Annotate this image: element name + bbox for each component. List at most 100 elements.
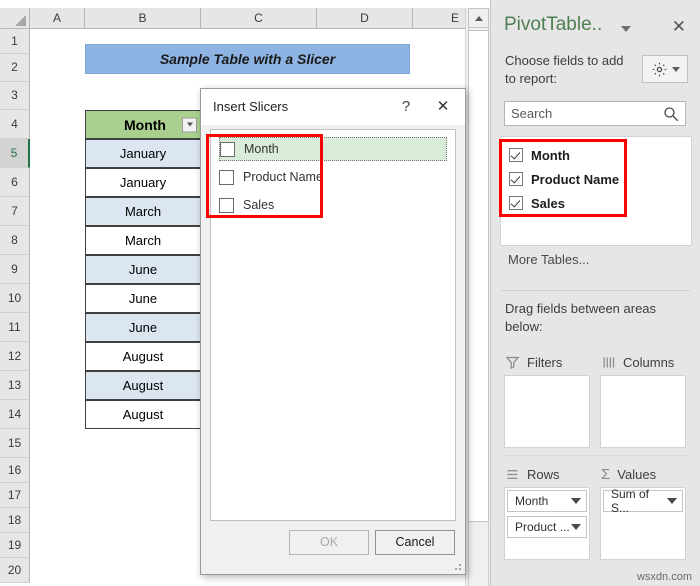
row-header-8[interactable]: 8	[0, 226, 30, 255]
row-header-20[interactable]: 20	[0, 558, 30, 583]
row-header-18[interactable]: 18	[0, 508, 30, 533]
row-header-19[interactable]: 19	[0, 533, 30, 558]
area-label-columns: Columns	[623, 355, 675, 370]
area-label-rows: Rows	[527, 467, 560, 482]
scroll-up-arrow-icon[interactable]	[468, 8, 489, 28]
scrollbar-thumb[interactable]	[468, 30, 489, 522]
slicer-field-list[interactable]: Month Product Name Sales	[210, 129, 456, 521]
gear-caret-icon	[671, 66, 680, 72]
checkbox-checked-icon[interactable]	[509, 196, 523, 210]
checkbox-icon[interactable]	[219, 197, 234, 213]
pane-field-row[interactable]: Product Name	[509, 169, 619, 189]
filters-dropzone[interactable]	[504, 375, 590, 448]
pane-field-row[interactable]: Month	[509, 145, 570, 165]
filter-dropdown-icon[interactable]	[182, 117, 197, 132]
search-input[interactable]: Search	[504, 101, 686, 126]
row-header-16[interactable]: 16	[0, 458, 30, 483]
table-cell-month[interactable]: June	[85, 313, 201, 342]
row-header-6[interactable]: 6	[0, 168, 30, 197]
sigma-icon: Σ	[601, 466, 611, 483]
rows-pill-month-label: Month	[515, 494, 549, 508]
slicer-field-label: Month	[244, 142, 279, 156]
pane-close-icon[interactable]: ✕	[672, 17, 686, 37]
dialog-buttons: OK Cancel	[201, 522, 465, 574]
insert-slicers-dialog: Insert Slicers ? ✕ Month Product Name Sale…	[200, 88, 466, 575]
close-icon[interactable]: ✕	[431, 96, 455, 118]
column-header-month[interactable]: Month	[85, 110, 201, 139]
table-cell-month[interactable]: June	[85, 255, 201, 284]
table-cell-month[interactable]: August	[85, 371, 201, 400]
slicer-field-label: Sales	[243, 198, 275, 212]
rows-pill-month[interactable]: Month	[507, 490, 587, 512]
filter-funnel-icon	[505, 356, 520, 370]
row-header-9[interactable]: 9	[0, 255, 30, 284]
cancel-button[interactable]: Cancel	[375, 530, 455, 555]
slicer-field-row[interactable]: Sales	[219, 193, 447, 217]
row-header-4[interactable]: 4	[0, 110, 30, 139]
slicer-field-row[interactable]: Product Name	[219, 165, 447, 189]
watermark: wsxdn.com	[636, 571, 692, 583]
rows-pill-product[interactable]: Product ...	[507, 516, 587, 538]
row-header-10[interactable]: 10	[0, 284, 30, 313]
row-header-5[interactable]: 5	[0, 139, 30, 168]
pane-divider	[501, 290, 690, 291]
areas-divider	[501, 455, 690, 456]
table-cell-month[interactable]: January	[85, 168, 201, 197]
column-header-C[interactable]: C	[201, 8, 317, 29]
row-header-13[interactable]: 13	[0, 371, 30, 400]
checkbox-icon[interactable]	[220, 141, 235, 157]
vertical-scrollbar[interactable]	[465, 8, 490, 586]
resize-grip-icon[interactable]	[452, 561, 462, 571]
area-header-values: Σ Values	[601, 467, 656, 482]
row-header-14[interactable]: 14	[0, 400, 30, 429]
search-icon	[662, 105, 680, 128]
row-header-15[interactable]: 15	[0, 429, 30, 458]
checkbox-icon[interactable]	[219, 169, 234, 185]
area-label-values: Values	[617, 467, 657, 482]
table-title-banner: Sample Table with a Slicer	[85, 44, 410, 74]
row-header-17[interactable]: 17	[0, 483, 30, 508]
ok-button[interactable]: OK	[289, 530, 369, 555]
row-header-11[interactable]: 11	[0, 313, 30, 342]
row-header-2[interactable]: 2	[0, 54, 30, 82]
row-header-1[interactable]: 1	[0, 29, 30, 54]
dialog-title-bar: Insert Slicers ? ✕	[201, 89, 465, 125]
chevron-down-icon[interactable]	[621, 26, 631, 32]
checkbox-checked-icon[interactable]	[509, 148, 523, 162]
column-header-D[interactable]: D	[317, 8, 413, 29]
slicer-field-row[interactable]: Month	[219, 137, 447, 161]
rows-pill-product-label: Product ...	[515, 520, 570, 534]
column-header-A[interactable]: A	[30, 8, 85, 29]
pane-field-row[interactable]: Sales	[509, 193, 565, 213]
area-header-columns: Columns	[601, 355, 674, 370]
select-all-corner[interactable]	[0, 8, 30, 29]
table-cell-month[interactable]: August	[85, 400, 201, 429]
row-header-7[interactable]: 7	[0, 197, 30, 226]
area-label-filters: Filters	[527, 355, 563, 370]
row-header-12[interactable]: 12	[0, 342, 30, 371]
columns-icon	[603, 357, 615, 368]
table-cell-month[interactable]: June	[85, 284, 201, 313]
gear-icon[interactable]	[642, 55, 688, 83]
pane-field-list[interactable]: Month Product Name Sales	[500, 136, 692, 246]
help-icon[interactable]: ?	[395, 96, 417, 118]
drag-fields-label: Drag fields between areas below:	[505, 301, 657, 334]
area-header-rows: Rows	[505, 467, 560, 482]
rows-icon	[507, 470, 518, 479]
values-pill-label: Sum of S...	[611, 487, 650, 515]
more-tables-link[interactable]: More Tables...	[508, 252, 589, 267]
dialog-title: Insert Slicers	[213, 99, 289, 114]
table-cell-month[interactable]: August	[85, 342, 201, 371]
pane-field-label: Sales	[531, 195, 565, 211]
row-header-3[interactable]: 3	[0, 82, 30, 110]
slicer-field-label: Product Name	[243, 170, 323, 184]
pivottable-fields-pane: PivotTable.. ✕ Choose fields to add to r…	[490, 0, 700, 586]
table-cell-month[interactable]: March	[85, 226, 201, 255]
table-cell-month[interactable]: January	[85, 139, 201, 168]
table-cell-month[interactable]: March	[85, 197, 201, 226]
pane-title: PivotTable..	[504, 14, 603, 35]
columns-dropzone[interactable]	[600, 375, 686, 448]
checkbox-checked-icon[interactable]	[509, 172, 523, 186]
column-header-B[interactable]: B	[85, 8, 201, 29]
values-pill-sum-of-sales[interactable]: Sum of S...	[603, 487, 683, 515]
